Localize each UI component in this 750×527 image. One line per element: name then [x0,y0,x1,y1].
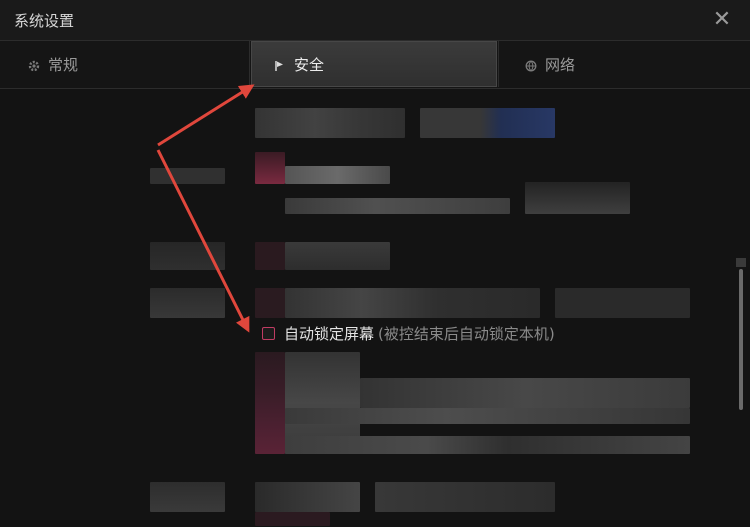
scrollbar[interactable] [736,258,746,410]
obscured-setting [255,152,285,184]
scroll-up-button[interactable] [736,258,746,267]
tab-general[interactable]: 常规 [0,41,250,87]
obscured-setting [255,512,330,526]
flag-icon [274,58,286,71]
obscured-setting [285,198,510,214]
obscured-label [150,168,225,184]
obscured-setting [420,108,555,138]
obscured-setting [255,108,405,138]
title-bar: 系统设置 ✕ [0,0,750,40]
tab-network[interactable]: 网络 [498,41,750,87]
tab-bar: 常规 安全 网络 [0,40,750,89]
obscured-setting [285,288,540,318]
gear-icon [28,58,40,72]
obscured-setting [255,242,285,270]
obscured-label [150,242,225,270]
obscured-label [150,482,225,512]
tab-general-label: 常规 [48,55,79,74]
auto-lock-hint: (被控结束后自动锁定本机) [378,324,555,343]
obscured-setting [255,482,360,512]
obscured-setting [285,436,690,454]
window-title: 系统设置 [14,12,75,30]
obscured-setting [375,482,555,512]
scroll-thumb[interactable] [739,269,743,410]
obscured-setting [255,352,285,454]
arrow-to-security-tab [157,84,255,147]
obscured-setting [285,242,390,270]
close-icon[interactable]: ✕ [708,6,736,34]
auto-lock-checkbox[interactable] [262,326,275,340]
tab-network-label: 网络 [545,55,576,74]
obscured-setting [525,182,630,214]
obscured-setting [555,288,690,318]
obscured-setting [255,288,285,318]
globe-icon [525,58,537,72]
auto-lock-label: 自动锁定屏幕 [284,324,375,343]
tab-security-label: 安全 [294,55,325,74]
obscured-label [150,288,225,318]
obscured-setting [285,166,390,184]
obscured-setting [285,408,690,424]
auto-lock-checkbox-row[interactable]: 自动锁定屏幕 (被控结束后自动锁定本机) [262,322,555,344]
obscured-setting [360,378,690,408]
tab-security[interactable]: 安全 [251,41,497,87]
